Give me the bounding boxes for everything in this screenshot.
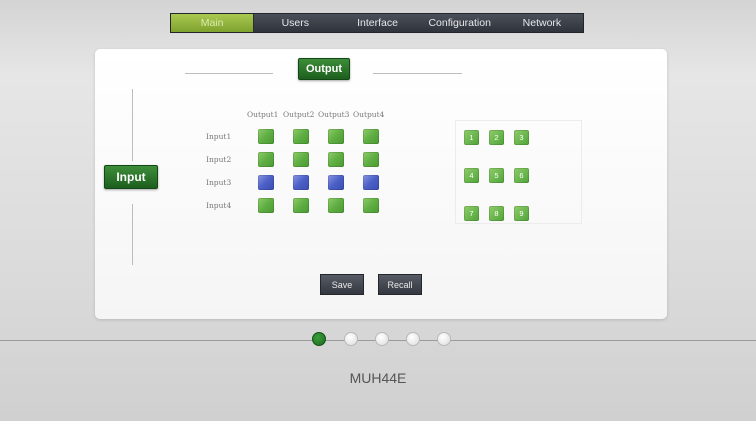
row-label-input3: Input3 — [206, 178, 232, 187]
preset-panel: 1 2 3 4 5 6 7 8 9 — [455, 120, 582, 224]
save-button[interactable]: Save — [320, 274, 364, 295]
page-dot-2[interactable] — [344, 332, 358, 346]
preset-button-7[interactable]: 7 — [464, 206, 479, 221]
row-label-input1: Input1 — [206, 132, 232, 141]
preset-button-1[interactable]: 1 — [464, 130, 479, 145]
tab-interface[interactable]: Interface — [336, 14, 418, 32]
matrix-panel: Output Input Output1 Output2 Output3 Out… — [95, 49, 667, 319]
tab-users[interactable]: Users — [254, 14, 336, 32]
row-label-input2: Input2 — [206, 155, 232, 164]
matrix-cell-input1-output3[interactable] — [328, 129, 344, 144]
preset-button-8[interactable]: 8 — [489, 206, 504, 221]
preset-button-4[interactable]: 4 — [464, 168, 479, 183]
matrix-cell-input3-output1[interactable] — [258, 175, 274, 190]
input-button[interactable]: Input — [104, 165, 158, 189]
page-dot-4[interactable] — [406, 332, 420, 346]
preset-button-9[interactable]: 9 — [514, 206, 529, 221]
matrix-cell-input3-output3[interactable] — [328, 175, 344, 190]
matrix-cell-input2-output3[interactable] — [328, 152, 344, 167]
matrix-cell-input1-output2[interactable] — [293, 129, 309, 144]
matrix-cell-input1-output4[interactable] — [363, 129, 379, 144]
tab-configuration[interactable]: Configuration — [419, 14, 501, 32]
preset-button-2[interactable]: 2 — [489, 130, 504, 145]
page-dot-3[interactable] — [375, 332, 389, 346]
output-divider-right — [373, 73, 462, 74]
matrix-cell-input4-output1[interactable] — [258, 198, 274, 213]
tab-network[interactable]: Network — [501, 14, 583, 32]
matrix-cell-input4-output2[interactable] — [293, 198, 309, 213]
matrix-cell-input3-output2[interactable] — [293, 175, 309, 190]
page-dot-5[interactable] — [437, 332, 451, 346]
preset-button-5[interactable]: 5 — [489, 168, 504, 183]
preset-button-6[interactable]: 6 — [514, 168, 529, 183]
matrix-cell-input4-output3[interactable] — [328, 198, 344, 213]
matrix-cell-input1-output1[interactable] — [258, 129, 274, 144]
matrix-cell-input3-output4[interactable] — [363, 175, 379, 190]
model-name: MUH44E — [349, 370, 407, 386]
column-label-output2: Output2 — [283, 110, 315, 119]
page-dot-1[interactable] — [312, 332, 326, 346]
output-button[interactable]: Output — [298, 58, 350, 80]
recall-button[interactable]: Recall — [378, 274, 422, 295]
matrix-cell-input2-output2[interactable] — [293, 152, 309, 167]
input-divider-bottom — [132, 204, 133, 265]
output-divider-left — [185, 73, 273, 74]
matrix-cell-input2-output4[interactable] — [363, 152, 379, 167]
matrix-cell-input2-output1[interactable] — [258, 152, 274, 167]
matrix-cell-input4-output4[interactable] — [363, 198, 379, 213]
column-label-output4: Output4 — [353, 110, 385, 119]
column-label-output1: Output1 — [247, 110, 279, 119]
column-label-output3: Output3 — [318, 110, 350, 119]
tab-main[interactable]: Main — [171, 14, 255, 32]
input-divider-top — [132, 89, 133, 161]
preset-button-3[interactable]: 3 — [514, 130, 529, 145]
row-label-input4: Input4 — [206, 201, 232, 210]
top-navigation: Main Users Interface Configuration Netwo… — [170, 13, 584, 33]
